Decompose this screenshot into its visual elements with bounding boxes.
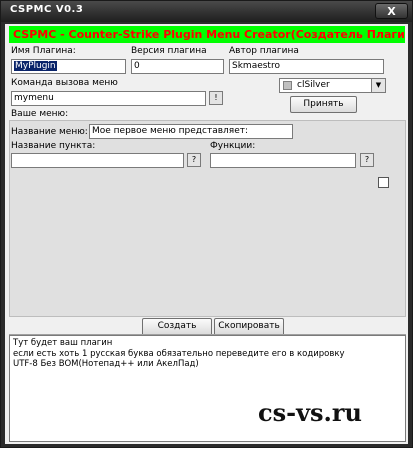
functions-help-button[interactable]: ?: [360, 153, 374, 167]
plugin-author-input[interactable]: Skmaestro: [229, 59, 384, 74]
menu-title-label: Название меню:: [11, 127, 88, 137]
plugin-name-label: Имя Плагина:: [11, 46, 76, 56]
option-checkbox[interactable]: [378, 177, 389, 188]
close-button[interactable]: X: [375, 3, 408, 19]
color-swatch: [283, 81, 292, 90]
apply-button[interactable]: Принять: [290, 96, 357, 113]
menu-command-button[interactable]: !: [209, 91, 223, 105]
app-window: CSPMC V0.3 X CSPMC - Counter-Strike Plug…: [0, 0, 413, 448]
plugin-name-input[interactable]: MyPlugin: [11, 59, 126, 74]
item-name-help-button[interactable]: ?: [187, 153, 201, 167]
menu-command-input[interactable]: mymenu: [11, 91, 206, 106]
output-line: Тут будет ваш плагин: [13, 338, 113, 348]
output-line: UTF-8 Без BOM(Нотепад++ или АкелПад): [13, 359, 199, 369]
window-title: CSPMC V0.3: [10, 4, 84, 15]
tab-create[interactable]: Создать: [142, 318, 212, 335]
menu-title-input[interactable]: Мое первое меню представляет:: [89, 124, 293, 139]
app-banner: CSPMC - Counter-Strike Plugin Menu Creat…: [9, 26, 405, 43]
color-select-value: clSilver: [297, 80, 330, 90]
item-name-input[interactable]: [11, 153, 184, 168]
title-bar[interactable]: CSPMC V0.3 X: [1, 1, 412, 22]
tab-copy[interactable]: Скопировать: [214, 318, 284, 335]
site-watermark: cs-vs.ru: [258, 398, 362, 427]
chevron-down-icon[interactable]: ▼: [371, 79, 385, 92]
output-line: если есть хоть 1 русская буква обязатель…: [13, 348, 345, 359]
plugin-version-label: Версия плагина: [131, 46, 207, 56]
functions-input[interactable]: [210, 153, 356, 168]
functions-label: Функции:: [210, 141, 256, 151]
menu-command-label: Команда вызова меню: [11, 78, 118, 88]
client-area: CSPMC - Counter-Strike Plugin Menu Creat…: [5, 24, 408, 444]
plugin-version-input[interactable]: 0: [131, 59, 224, 74]
your-menu-label: Ваше меню:: [11, 109, 69, 119]
plugin-author-label: Автор плагина: [229, 46, 299, 56]
plugin-name-value: MyPlugin: [14, 61, 57, 71]
item-name-label: Название пункта:: [11, 141, 96, 151]
color-select[interactable]: clSilver ▼: [279, 78, 386, 93]
